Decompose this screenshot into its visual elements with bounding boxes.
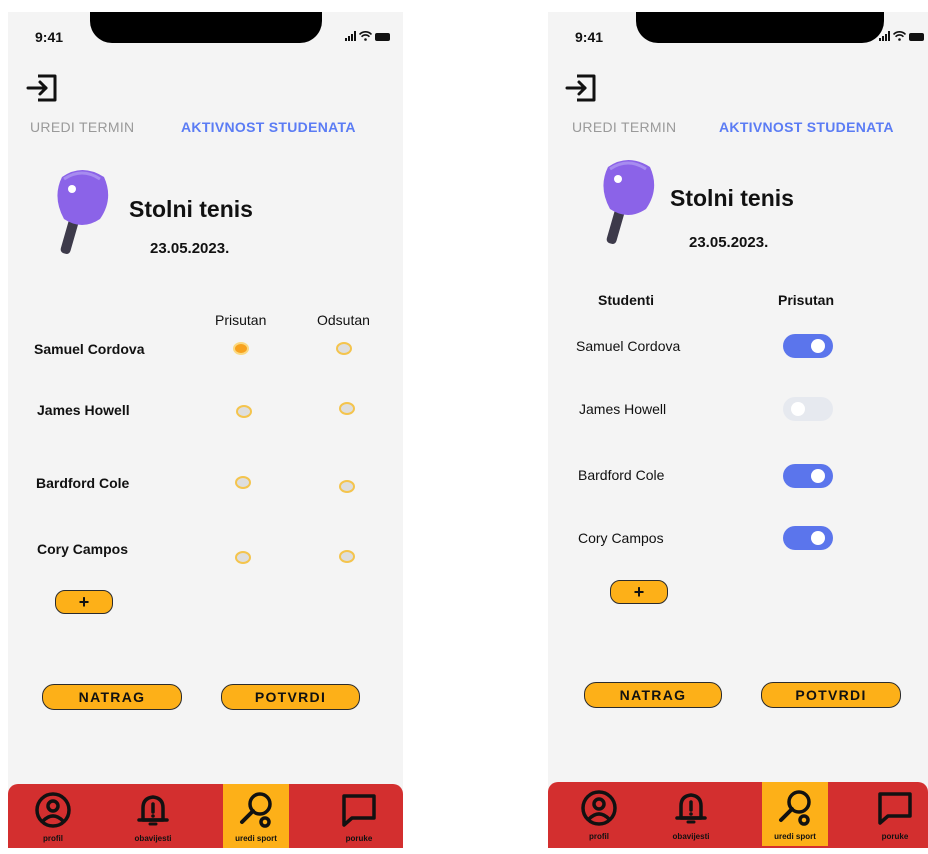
add-student-button[interactable]: + bbox=[55, 590, 113, 614]
logout-icon[interactable] bbox=[564, 70, 600, 106]
nav-label: profil bbox=[589, 832, 609, 841]
confirm-button[interactable]: POTVRDI bbox=[761, 682, 901, 708]
student-name: James Howell bbox=[579, 401, 667, 417]
status-icons bbox=[345, 29, 390, 41]
bell-icon bbox=[137, 795, 169, 826]
student-name: Bardford Cole bbox=[36, 475, 130, 491]
nav-label: uredi sport bbox=[235, 834, 277, 843]
sport-title: Stolni tenis bbox=[670, 185, 794, 211]
nav-item-edit-sport[interactable]: uredi sport bbox=[762, 782, 828, 846]
present-toggle[interactable] bbox=[783, 526, 833, 550]
back-button[interactable]: NATRAG bbox=[42, 684, 182, 710]
absent-radio[interactable] bbox=[339, 480, 355, 493]
wifi-icon bbox=[893, 31, 906, 41]
tab-edit-session[interactable]: UREDI TERMIN bbox=[30, 119, 134, 135]
student-name: Cory Campos bbox=[37, 541, 129, 557]
add-student-button[interactable]: + bbox=[610, 580, 668, 604]
wifi-icon bbox=[359, 31, 372, 41]
bottom-nav: profil obavijesti uredi sport poruke bbox=[548, 782, 928, 848]
phone-notch bbox=[90, 12, 322, 43]
present-radio[interactable] bbox=[233, 342, 249, 355]
nav-item-profile[interactable]: profil bbox=[20, 784, 86, 848]
logout-icon[interactable] bbox=[25, 70, 61, 106]
sport-title: Stolni tenis bbox=[129, 196, 253, 222]
student-name: James Howell bbox=[37, 402, 130, 418]
absent-radio[interactable] bbox=[336, 342, 352, 355]
confirm-button[interactable]: POTVRDI bbox=[221, 684, 360, 710]
nav-item-notifications[interactable]: obavijesti bbox=[120, 784, 186, 848]
status-icons bbox=[879, 29, 924, 41]
absent-radio[interactable] bbox=[339, 550, 355, 563]
tab-student-activity[interactable]: AKTIVNOST STUDENATA bbox=[719, 119, 894, 135]
tab-edit-session[interactable]: UREDI TERMIN bbox=[572, 119, 676, 135]
profile-icon bbox=[35, 792, 71, 828]
column-header-absent: Odsutan bbox=[317, 312, 370, 328]
present-radio[interactable] bbox=[236, 405, 252, 418]
nav-label: obavijesti bbox=[134, 834, 172, 843]
student-name: Samuel Cordova bbox=[34, 341, 145, 357]
student-name: Bardford Cole bbox=[578, 467, 665, 483]
nav-item-profile[interactable]: profil bbox=[566, 782, 632, 846]
attendance-radio-screen: 9:41 UREDI TERMIN AKTIVNOST STUDENATA St… bbox=[8, 12, 403, 848]
session-date: 23.05.2023. bbox=[150, 240, 230, 257]
present-toggle[interactable] bbox=[783, 334, 833, 358]
column-header-present: Prisutan bbox=[215, 312, 267, 328]
column-header-students: Studenti bbox=[598, 292, 654, 308]
message-icon bbox=[342, 794, 376, 827]
profile-icon bbox=[581, 790, 617, 826]
absent-radio[interactable] bbox=[339, 402, 355, 415]
nav-item-edit-sport[interactable]: uredi sport bbox=[223, 784, 289, 848]
status-time: 9:41 bbox=[575, 29, 604, 45]
nav-label: poruke bbox=[345, 834, 373, 843]
racket-icon bbox=[779, 790, 811, 826]
bell-icon bbox=[675, 793, 707, 824]
present-radio[interactable] bbox=[235, 551, 251, 564]
ping-pong-paddle-icon bbox=[603, 160, 655, 244]
nav-label: poruke bbox=[881, 832, 909, 841]
student-name: Cory Campos bbox=[578, 530, 664, 546]
battery-icon bbox=[909, 33, 924, 41]
tab-student-activity[interactable]: AKTIVNOST STUDENATA bbox=[181, 119, 356, 135]
present-radio[interactable] bbox=[235, 476, 251, 489]
present-toggle[interactable] bbox=[783, 397, 833, 421]
racket-icon bbox=[240, 792, 272, 828]
nav-label: obavijesti bbox=[672, 832, 710, 841]
student-name: Samuel Cordova bbox=[576, 338, 681, 354]
present-toggle[interactable] bbox=[783, 464, 833, 488]
signal-icon bbox=[879, 31, 890, 41]
column-header-present: Prisutan bbox=[778, 292, 835, 308]
attendance-toggle-screen: 9:41 UREDI TERMIN AKTIVNOST STUDENATA St… bbox=[548, 12, 928, 848]
phone-notch bbox=[636, 12, 884, 43]
nav-item-messages[interactable]: poruke bbox=[326, 784, 392, 848]
nav-label: uredi sport bbox=[774, 832, 816, 841]
ping-pong-paddle-icon bbox=[57, 170, 109, 254]
back-button[interactable]: NATRAG bbox=[584, 682, 722, 708]
nav-label: profil bbox=[43, 834, 63, 843]
battery-icon bbox=[375, 33, 390, 41]
nav-item-notifications[interactable]: obavijesti bbox=[658, 782, 724, 846]
session-date: 23.05.2023. bbox=[689, 234, 769, 251]
nav-item-messages[interactable]: poruke bbox=[862, 782, 928, 846]
message-icon bbox=[878, 792, 912, 825]
signal-icon bbox=[345, 31, 356, 41]
status-time: 9:41 bbox=[35, 29, 64, 45]
bottom-nav: profil obavijesti uredi sport poruke bbox=[8, 784, 403, 848]
